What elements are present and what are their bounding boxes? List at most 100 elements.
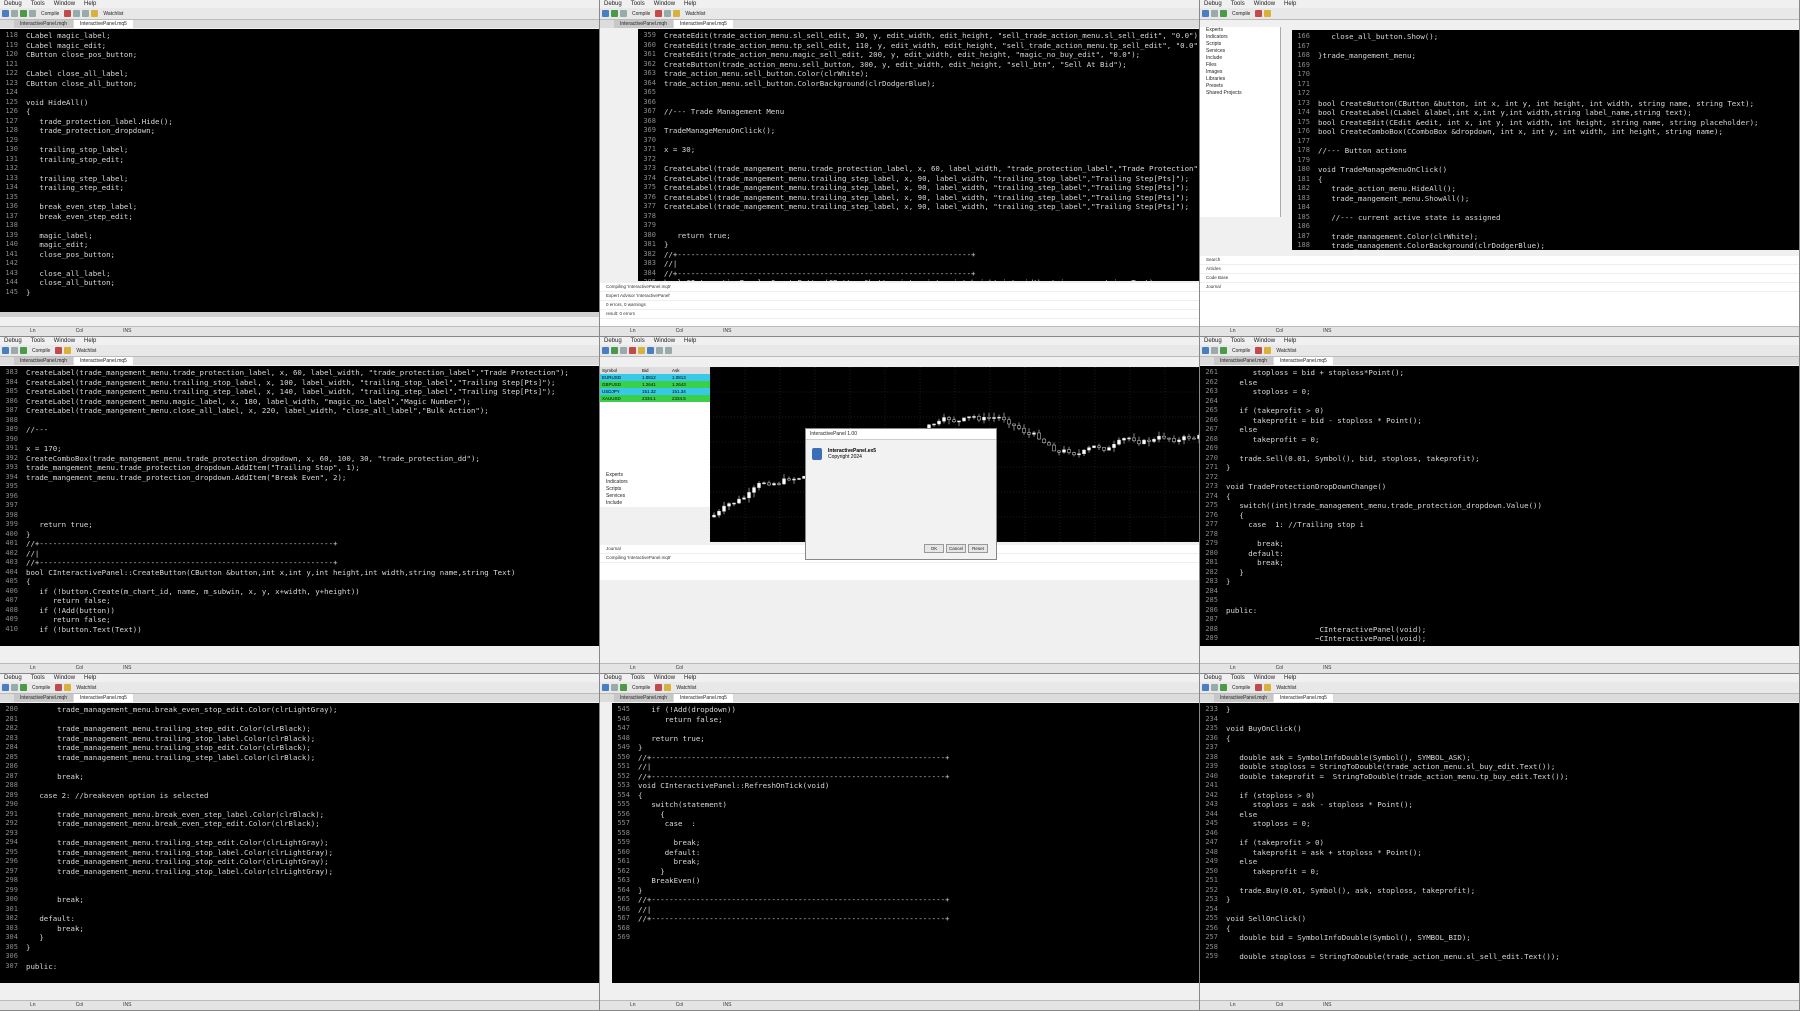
code-line[interactable]: return true; xyxy=(624,734,1199,744)
code-editor[interactable]: 118 119 120 121 122 123 124 125 126 127 128 129 130 1… xyxy=(0,29,599,312)
code-line[interactable]: public: xyxy=(1212,606,1799,616)
code-line[interactable]: close_all_button.Show(); xyxy=(1304,32,1799,42)
tab-file1[interactable]: InteractivePanel.mqh xyxy=(14,357,73,365)
code-line[interactable]: trailing_step_label; xyxy=(12,174,599,184)
code-line[interactable]: CreateLabel(trade_mangement_menu.trailin… xyxy=(650,193,1199,203)
horizontal-scrollbar[interactable] xyxy=(0,312,599,317)
code-line[interactable]: { xyxy=(12,107,599,117)
compile-button[interactable]: Compile xyxy=(1232,11,1250,17)
code-line[interactable]: } xyxy=(12,933,599,943)
code-line[interactable]: break; xyxy=(12,772,599,782)
code-line[interactable]: } xyxy=(624,886,1199,896)
compile-button[interactable]: Compile xyxy=(1232,685,1250,691)
code-line[interactable]: TradeManageMenuOnClick(); xyxy=(650,126,1199,136)
code-line[interactable]: } xyxy=(624,867,1199,877)
code-line[interactable]: trade_mangement_menu.trade_protection_dr… xyxy=(12,473,599,483)
code-line[interactable]: //+-------------------------------------… xyxy=(12,539,599,549)
code-line[interactable]: if (!Add(button)) xyxy=(12,606,599,616)
code-line[interactable] xyxy=(650,117,1199,127)
code-line[interactable]: trade.Sell(0.01, Symbol(), bid, stoploss… xyxy=(1212,454,1799,464)
code-line[interactable] xyxy=(1212,397,1799,407)
code-line[interactable]: break; xyxy=(1212,539,1799,549)
code-line[interactable]: if (!button.Create(m_chart_id, name, m_s… xyxy=(12,587,599,597)
code-line[interactable] xyxy=(12,800,599,810)
navigator-item[interactable]: Scripts xyxy=(600,486,710,493)
code-line[interactable] xyxy=(1212,444,1799,454)
tab-file2[interactable]: InteractivePanel.mq5 xyxy=(673,694,733,702)
code-line[interactable]: } xyxy=(1212,705,1799,715)
code-line[interactable]: } xyxy=(1212,895,1799,905)
navigator-item[interactable]: Scripts xyxy=(1200,41,1280,48)
code-line[interactable] xyxy=(1212,905,1799,915)
code-line[interactable] xyxy=(650,98,1199,108)
code-line[interactable] xyxy=(1304,89,1799,99)
compile-button[interactable]: Compile xyxy=(41,11,59,17)
tab-file2[interactable]: InteractivePanel.mq5 xyxy=(73,357,133,365)
code-line[interactable]: //--- Button actions xyxy=(1304,146,1799,156)
code-line[interactable] xyxy=(1304,61,1799,71)
code-line[interactable] xyxy=(12,221,599,231)
code-line[interactable]: double ask = SymbolInfoDouble(Symbol(), … xyxy=(1212,753,1799,763)
code-line[interactable]: trade_management_menu.trailing_stop_labe… xyxy=(12,867,599,877)
code-line[interactable] xyxy=(1304,70,1799,80)
code-line[interactable]: //| xyxy=(624,762,1199,772)
tab-file2[interactable]: InteractivePanel.mq5 xyxy=(1273,694,1333,702)
navigator-item[interactable]: Libraries xyxy=(1200,76,1280,83)
code-line[interactable] xyxy=(1212,829,1799,839)
code-line[interactable]: else xyxy=(1212,857,1799,867)
code-line[interactable]: //| xyxy=(12,549,599,559)
code-line[interactable]: BreakEven() xyxy=(624,876,1199,886)
navigator-item[interactable]: Include xyxy=(1200,55,1280,62)
code-line[interactable]: CLabel magic_label; xyxy=(12,31,599,41)
code-line[interactable]: double stoploss = StringToDouble(trade_a… xyxy=(1212,762,1799,772)
reset-button[interactable]: Reset xyxy=(968,544,988,553)
code-line[interactable]: void TradeProtectionDropDownChange() xyxy=(1212,482,1799,492)
code-line[interactable]: //+-------------------------------------… xyxy=(624,914,1199,924)
code-line[interactable]: trade_mangement_menu.ShowAll(); xyxy=(1304,194,1799,204)
code-line[interactable]: break; xyxy=(624,857,1199,867)
code-line[interactable]: trailing_stop_label; xyxy=(12,145,599,155)
menubar[interactable]: Debug Tools Window Help xyxy=(0,674,599,682)
code-line[interactable]: trade_management_menu.trailing_stop_edit… xyxy=(12,743,599,753)
code-line[interactable]: { xyxy=(1212,924,1799,934)
code-line[interactable]: trade_management_menu.trailing_step_labe… xyxy=(12,753,599,763)
tab-file1[interactable]: InteractivePanel.mqh xyxy=(1214,357,1273,365)
compile-button[interactable]: Compile xyxy=(1232,348,1250,354)
code-line[interactable]: stoploss = 0; xyxy=(1212,819,1799,829)
code-line[interactable]: double stoploss = StringToDouble(trade_a… xyxy=(1212,952,1799,962)
code-line[interactable]: case 2: //breakeven option is selected xyxy=(12,791,599,801)
code-line[interactable]: magic_label; xyxy=(12,231,599,241)
code-line[interactable]: return false; xyxy=(12,596,599,606)
code-line[interactable]: //+-------------------------------------… xyxy=(624,895,1199,905)
code-line[interactable]: default: xyxy=(624,848,1199,858)
code-line[interactable]: //| xyxy=(650,259,1199,269)
code-line[interactable]: break; xyxy=(624,838,1199,848)
code-line[interactable]: stoploss = 0; xyxy=(1212,387,1799,397)
tab-file2[interactable]: InteractivePanel.mq5 xyxy=(73,20,133,28)
code-line[interactable]: } xyxy=(1212,577,1799,587)
code-line[interactable]: CreateLabel(trade_mangement_menu.close_a… xyxy=(12,406,599,416)
code-line[interactable] xyxy=(12,136,599,146)
code-line[interactable] xyxy=(12,435,599,445)
code-line[interactable] xyxy=(12,492,599,502)
code-line[interactable] xyxy=(12,259,599,269)
code-line[interactable] xyxy=(624,933,1199,943)
code-line[interactable]: CreateLabel(trade_mangement_menu.magic_l… xyxy=(12,397,599,407)
navigator-item[interactable]: Files xyxy=(1200,62,1280,69)
code-line[interactable]: CreateLabel(trade_mangement_menu.trade_p… xyxy=(650,164,1199,174)
code-line[interactable]: //+-------------------------------------… xyxy=(12,558,599,568)
code-line[interactable]: CreateEdit(trade_action_menu.sl_sell_edi… xyxy=(650,31,1199,41)
code-line[interactable]: stoploss = bid + stoploss*Point(); xyxy=(1212,368,1799,378)
code-line[interactable]: trade_management_menu.trailing_step_edit… xyxy=(12,724,599,734)
code-line[interactable]: //+-------------------------------------… xyxy=(624,753,1199,763)
code-line[interactable]: CButton close_pos_button; xyxy=(12,50,599,60)
code-line[interactable]: } xyxy=(12,943,599,953)
code-line[interactable]: case : xyxy=(624,819,1199,829)
code-line[interactable]: } xyxy=(12,288,599,298)
code-line[interactable]: void BuyOnClick() xyxy=(1212,724,1799,734)
tab-file2[interactable]: InteractivePanel.mq5 xyxy=(73,694,133,702)
code-line[interactable] xyxy=(12,501,599,511)
code-line[interactable]: takeprofit = 0; xyxy=(1212,867,1799,877)
code-line[interactable]: trade_management_menu.break_even_step_ed… xyxy=(12,819,599,829)
navigator-item[interactable]: Experts xyxy=(1200,27,1280,34)
